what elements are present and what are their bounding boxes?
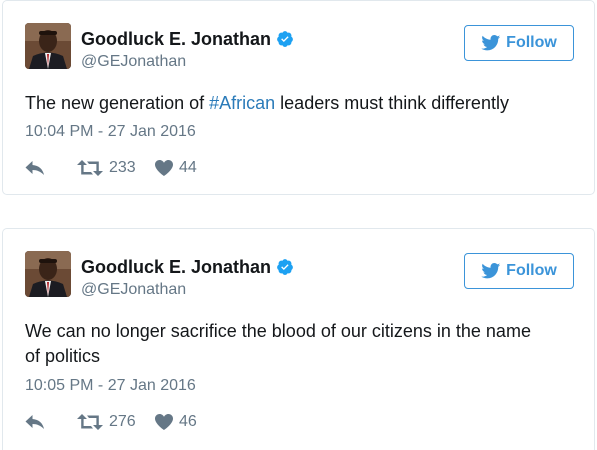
tweet-actions: 233 44 — [25, 158, 197, 178]
reply-button[interactable] — [25, 414, 77, 430]
follow-button[interactable]: Follow — [464, 253, 574, 289]
avatar[interactable] — [25, 23, 71, 69]
like-button[interactable]: 46 — [155, 413, 197, 431]
verified-icon — [277, 259, 293, 275]
avatar-image — [25, 23, 71, 69]
timestamp[interactable]: 10:05 PM - 27 Jan 2016 — [25, 377, 196, 395]
tweet-text-line: of politics — [25, 346, 101, 366]
heart-icon — [155, 414, 173, 430]
retweet-button[interactable]: 276 — [77, 413, 155, 431]
tweet-text-part: The new generation of — [25, 93, 210, 113]
heart-icon — [155, 160, 173, 176]
tweet-card: Goodluck E. Jonathan @GEJonathan Follow … — [2, 228, 595, 450]
reply-icon — [25, 161, 44, 175]
follow-label: Follow — [506, 262, 557, 279]
like-count: 44 — [179, 159, 197, 176]
follow-label: Follow — [506, 34, 557, 51]
avatar[interactable] — [25, 251, 71, 297]
twitter-bird-icon — [481, 35, 501, 51]
retweet-icon — [77, 414, 103, 430]
retweet-count: 233 — [109, 159, 136, 176]
author-name-row: Goodluck E. Jonathan — [81, 27, 294, 51]
verified-icon — [277, 31, 293, 47]
tweet-text-part: leaders must think differently — [275, 93, 509, 113]
display-name[interactable]: Goodluck E. Jonathan — [81, 29, 271, 50]
display-name[interactable]: Goodluck E. Jonathan — [81, 257, 271, 278]
reply-icon — [25, 415, 44, 429]
hashtag-link[interactable]: #African — [209, 93, 275, 113]
retweet-button[interactable]: 233 — [77, 159, 155, 177]
retweet-count: 276 — [109, 413, 136, 430]
handle[interactable]: @GEJonathan — [81, 53, 186, 71]
author-name-row: Goodluck E. Jonathan — [81, 255, 294, 279]
tweet-text: We can no longer sacrifice the blood of … — [25, 319, 564, 369]
like-count: 46 — [179, 413, 197, 430]
tweet-card: Goodluck E. Jonathan @GEJonathan Follow … — [2, 0, 595, 195]
like-button[interactable]: 44 — [155, 159, 197, 177]
follow-button[interactable]: Follow — [464, 25, 574, 61]
avatar-image — [25, 251, 71, 297]
retweet-icon — [77, 160, 103, 176]
tweet-text-line: We can no longer sacrifice the blood of … — [25, 321, 531, 341]
twitter-bird-icon — [481, 263, 501, 279]
handle[interactable]: @GEJonathan — [81, 281, 186, 299]
timestamp[interactable]: 10:04 PM - 27 Jan 2016 — [25, 123, 196, 141]
tweet-text: The new generation of #African leaders m… — [25, 91, 564, 116]
tweet-actions: 276 46 — [25, 412, 197, 432]
reply-button[interactable] — [25, 160, 77, 176]
